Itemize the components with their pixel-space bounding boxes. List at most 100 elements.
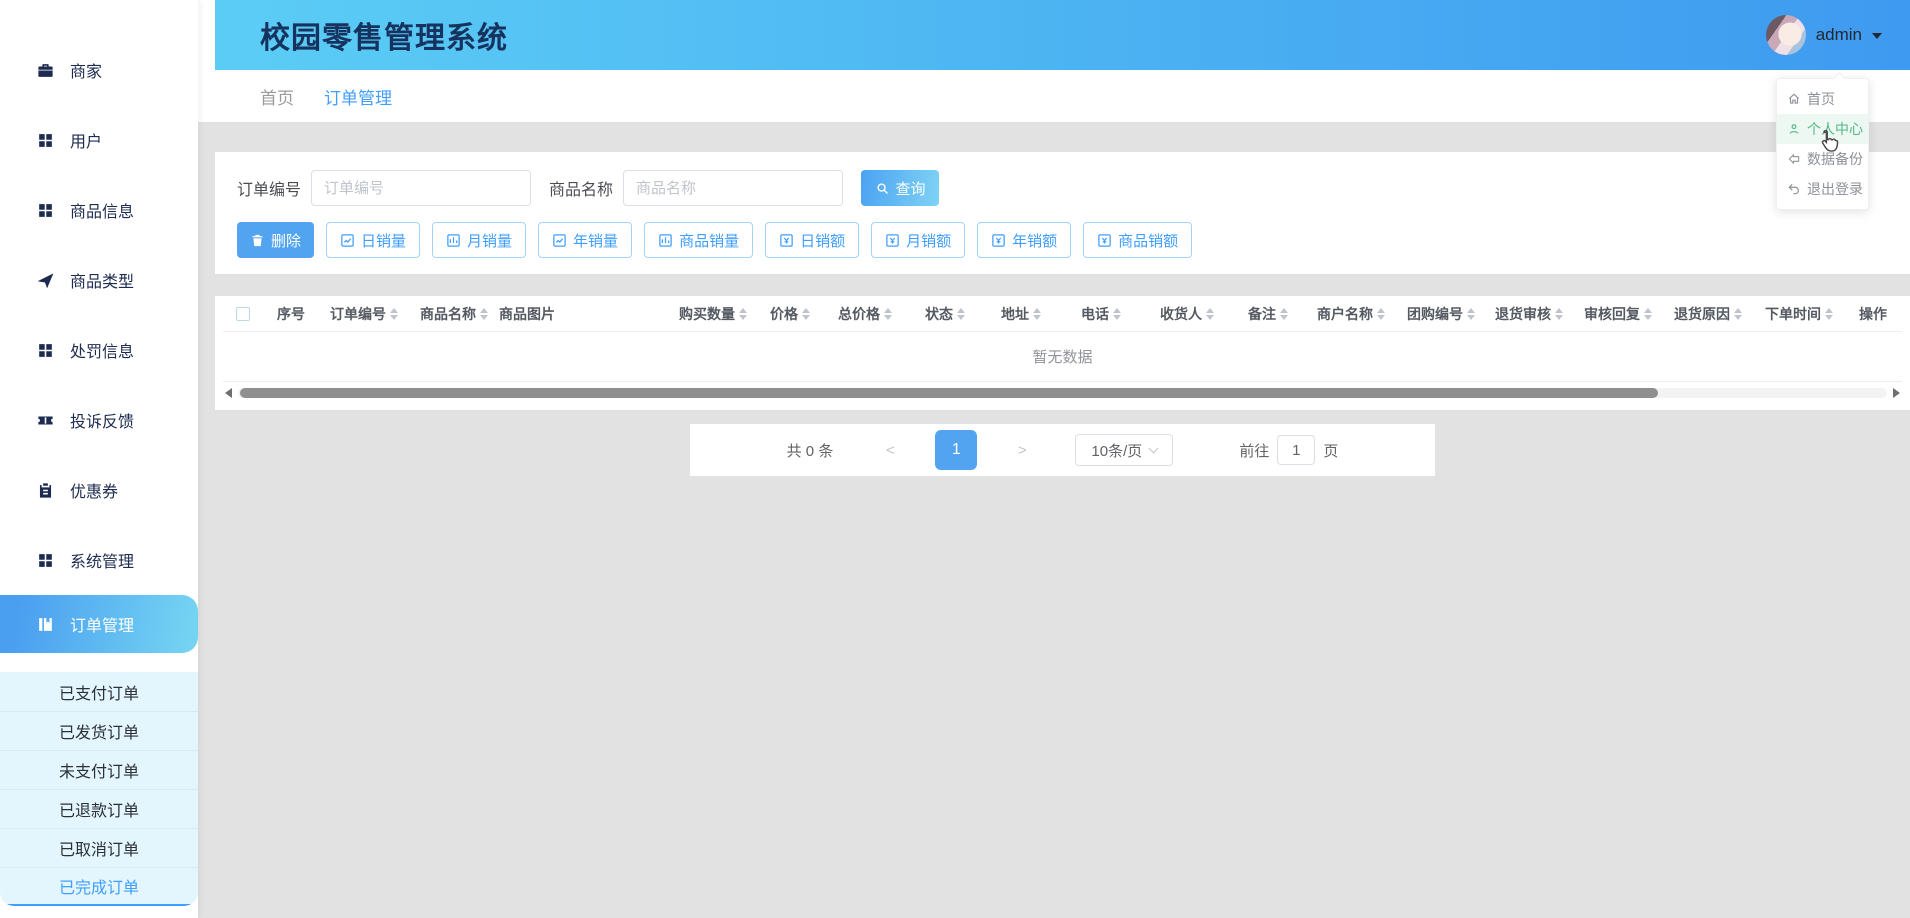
page-1-button[interactable]: 1 <box>935 430 977 470</box>
sidebar-menu: 商家 用户 商品信息 商品类型 处罚信息 投诉反馈 <box>0 0 198 906</box>
sidebar-item-penalty-info[interactable]: 处罚信息 <box>0 315 198 385</box>
money-icon <box>1097 233 1112 248</box>
sort-caret-icon[interactable] <box>1206 308 1214 320</box>
sort-caret-icon[interactable] <box>1734 308 1742 320</box>
horizontal-scrollbar[interactable] <box>223 382 1902 404</box>
trash-icon <box>250 233 265 248</box>
money-icon <box>991 233 1006 248</box>
menu-item-home[interactable]: 首页 <box>1777 84 1868 114</box>
sort-caret-icon[interactable] <box>1280 308 1288 320</box>
column-actions: 操作 <box>1845 304 1901 324</box>
order-no-input[interactable] <box>311 170 531 206</box>
user-menu-trigger[interactable]: admin <box>1766 15 1882 55</box>
column-remark[interactable]: 备注 <box>1231 304 1305 324</box>
sort-caret-icon[interactable] <box>957 308 965 320</box>
sidebar-item-coupon[interactable]: 优惠券 <box>0 455 198 525</box>
page-size-select[interactable]: 10条/页 <box>1075 434 1173 466</box>
submenu-item-completed-orders[interactable]: 已完成订单 <box>0 867 198 906</box>
yearly-sales-volume-button[interactable]: 年销量 <box>538 222 632 258</box>
grid-icon <box>36 341 55 360</box>
column-order-no[interactable]: 订单编号 <box>319 304 409 324</box>
sort-caret-icon[interactable] <box>480 308 488 320</box>
daily-sales-volume-button[interactable]: 日销量 <box>326 222 420 258</box>
scroll-right-icon[interactable] <box>1893 388 1900 398</box>
tab-home[interactable]: 首页 <box>260 84 294 109</box>
scrollbar-track[interactable] <box>238 388 1887 398</box>
tab-order-management[interactable]: 订单管理 <box>324 84 392 109</box>
product-sales-volume-button[interactable]: 商品销量 <box>644 222 753 258</box>
column-total-price[interactable]: 总价格 <box>823 304 907 324</box>
sort-caret-icon[interactable] <box>1467 308 1475 320</box>
sidebar-item-users[interactable]: 用户 <box>0 105 198 175</box>
column-price[interactable]: 价格 <box>757 304 823 324</box>
delete-button[interactable]: 删除 <box>237 222 314 258</box>
sort-caret-icon[interactable] <box>1377 308 1385 320</box>
sort-caret-icon[interactable] <box>739 308 747 320</box>
select-all-checkbox[interactable] <box>236 307 250 321</box>
sidebar-item-product-info[interactable]: 商品信息 <box>0 175 198 245</box>
product-sales-amount-button[interactable]: 商品销额 <box>1083 222 1192 258</box>
avatar[interactable] <box>1766 15 1806 55</box>
arrow-left-icon <box>1787 152 1801 166</box>
button-label: 商品销量 <box>679 230 739 251</box>
submenu-item-cancelled-orders[interactable]: 已取消订单 <box>0 828 198 867</box>
column-group-no[interactable]: 团购编号 <box>1397 304 1485 324</box>
home-icon <box>1787 92 1801 106</box>
query-button[interactable]: 查询 <box>861 170 939 206</box>
sort-caret-icon[interactable] <box>802 308 810 320</box>
table-header-row: 序号 订单编号 商品名称 商品图片 购买数量 价格 总价格 状态 地址 电话 收… <box>223 296 1902 332</box>
product-name-input[interactable] <box>623 170 843 206</box>
submenu-item-shipped-orders[interactable]: 已发货订单 <box>0 711 198 750</box>
column-product-name[interactable]: 商品名称 <box>409 304 499 324</box>
briefcase-icon <box>36 61 55 80</box>
monthly-sales-amount-button[interactable]: 月销额 <box>871 222 965 258</box>
column-review-reply[interactable]: 审核回复 <box>1573 304 1663 324</box>
scroll-left-icon[interactable] <box>225 388 232 398</box>
yearly-sales-amount-button[interactable]: 年销额 <box>977 222 1071 258</box>
submenu-item-paid-orders[interactable]: 已支付订单 <box>0 672 198 711</box>
orders-table: 序号 订单编号 商品名称 商品图片 购买数量 价格 总价格 状态 地址 电话 收… <box>215 296 1910 410</box>
sort-caret-icon[interactable] <box>1825 308 1833 320</box>
sidebar-item-merchant[interactable]: 商家 <box>0 35 198 105</box>
sidebar-item-system-management[interactable]: 系统管理 <box>0 525 198 595</box>
monthly-sales-volume-button[interactable]: 月销量 <box>432 222 526 258</box>
sort-caret-icon[interactable] <box>1644 308 1652 320</box>
page-size-value: 10条/页 <box>1091 440 1142 461</box>
sidebar-item-label: 商家 <box>70 58 102 82</box>
clipboard-icon <box>36 481 55 500</box>
chevron-down-icon <box>1149 443 1159 453</box>
sort-caret-icon[interactable] <box>390 308 398 320</box>
daily-sales-amount-button[interactable]: 日销额 <box>765 222 859 258</box>
sort-caret-icon[interactable] <box>884 308 892 320</box>
submenu-item-refunded-orders[interactable]: 已退款订单 <box>0 789 198 828</box>
screen: 商家 用户 商品信息 商品类型 处罚信息 投诉反馈 <box>0 0 1910 918</box>
sidebar-item-label: 订单管理 <box>70 612 134 636</box>
sidebar-item-order-management[interactable]: 订单管理 <box>0 595 198 653</box>
column-return-reason[interactable]: 退货原因 <box>1663 304 1753 324</box>
prev-page-button[interactable]: < <box>875 442 905 459</box>
column-address[interactable]: 地址 <box>983 304 1059 324</box>
sort-caret-icon[interactable] <box>1033 308 1041 320</box>
sort-caret-icon[interactable] <box>1555 308 1563 320</box>
menu-item-logout[interactable]: 退出登录 <box>1777 174 1868 204</box>
select-all-cell <box>223 307 263 321</box>
search-icon <box>875 181 890 196</box>
scrollbar-thumb[interactable] <box>240 388 1658 398</box>
search-panel: 订单编号 商品名称 查询 删除 日销量 <box>215 152 1910 274</box>
submenu-item-unpaid-orders[interactable]: 未支付订单 <box>0 750 198 789</box>
next-page-button[interactable]: > <box>1007 442 1037 459</box>
grid-icon <box>36 551 55 570</box>
product-name-label: 商品名称 <box>549 176 613 200</box>
column-quantity[interactable]: 购买数量 <box>669 304 757 324</box>
column-status[interactable]: 状态 <box>907 304 983 324</box>
column-order-time[interactable]: 下单时间 <box>1753 304 1845 324</box>
sidebar-item-complaint-feedback[interactable]: 投诉反馈 <box>0 385 198 455</box>
sort-caret-icon[interactable] <box>1113 308 1121 320</box>
column-merchant-name[interactable]: 商户名称 <box>1305 304 1397 324</box>
column-consignee[interactable]: 收货人 <box>1143 304 1231 324</box>
sidebar-item-label: 用户 <box>70 128 102 152</box>
sidebar-item-product-type[interactable]: 商品类型 <box>0 245 198 315</box>
goto-page-input[interactable] <box>1277 435 1315 465</box>
column-phone[interactable]: 电话 <box>1059 304 1143 324</box>
column-return-review[interactable]: 退货审核 <box>1485 304 1573 324</box>
